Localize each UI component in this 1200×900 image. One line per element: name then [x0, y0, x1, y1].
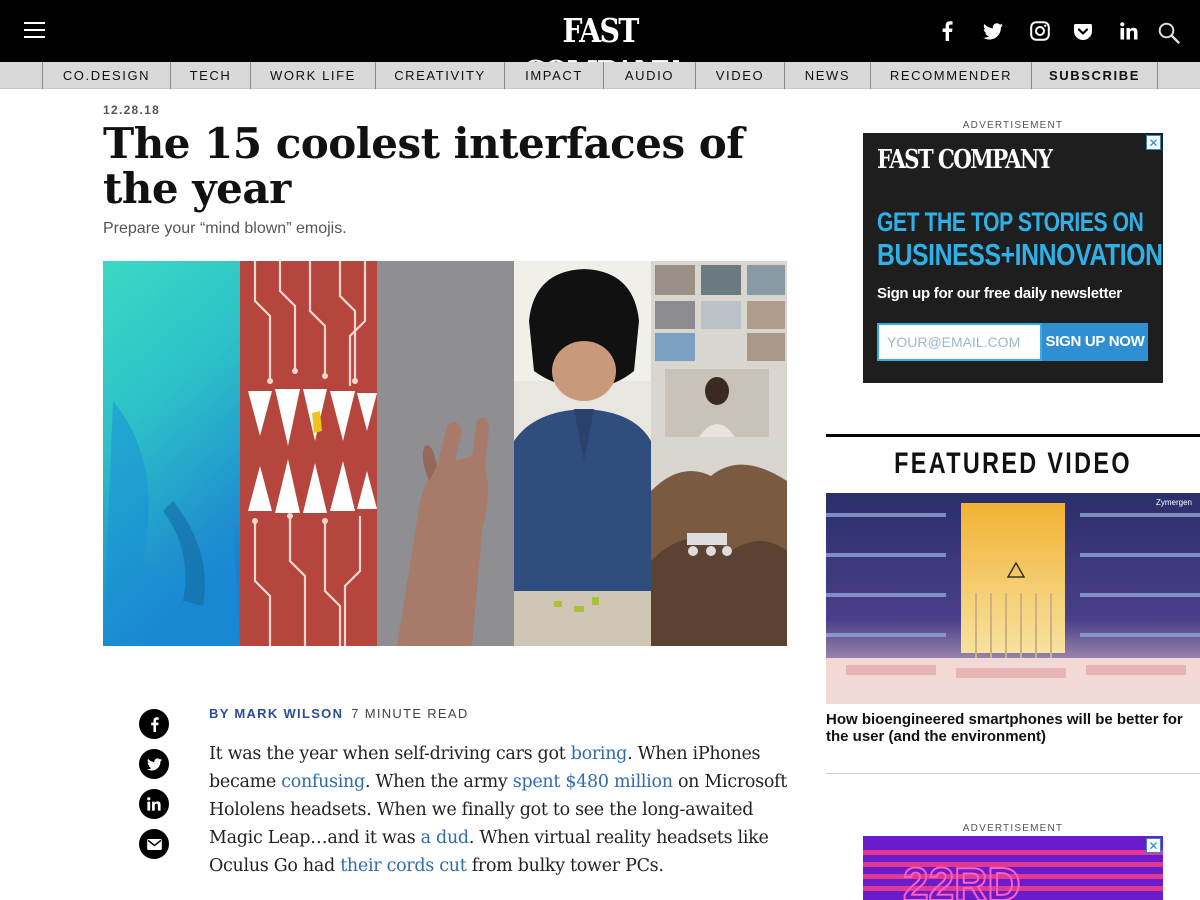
- link-their-cords-cut[interactable]: their cords cut: [340, 856, 467, 876]
- share-linkedin-icon[interactable]: [139, 789, 169, 819]
- hero-image: [103, 261, 787, 646]
- boy-circuit-panel: [514, 261, 651, 646]
- article-title: The 15 coolest interfaces of the year: [103, 119, 744, 213]
- bottom-ad[interactable]: 22RD ✕: [863, 836, 1163, 900]
- featured-video-rule: [826, 434, 1200, 437]
- ad-headline-1: GET THE TOP STORIES ON: [877, 207, 1144, 237]
- instagram-icon[interactable]: [1026, 17, 1054, 45]
- ad-close-icon-2[interactable]: ✕: [1146, 838, 1161, 853]
- mars-rover-panel: [651, 261, 787, 646]
- section-nav: CO.DESIGN TECH WORK LIFE CREATIVITY IMPA…: [0, 62, 1200, 89]
- nav-item-codesign[interactable]: CO.DESIGN: [42, 62, 170, 89]
- nav-item-audio[interactable]: AUDIO: [603, 62, 695, 89]
- newsletter-ad[interactable]: ✕ FAST COMPANY GET THE TOP STORIES ON BU…: [863, 133, 1163, 383]
- ad-signup-button[interactable]: SIGN UP NOW: [1042, 323, 1148, 361]
- share-email-icon[interactable]: [139, 829, 169, 859]
- article-date: 12.28.18: [103, 103, 161, 117]
- featured-video-caption[interactable]: How bioengineered smartphones will be be…: [826, 711, 1200, 745]
- read-time: 7 MINUTE READ: [351, 706, 469, 721]
- nav-item-subscribe[interactable]: SUBSCRIBE: [1031, 62, 1158, 89]
- featured-video-separator: [826, 773, 1200, 774]
- byline: BY MARK WILSON 7 MINUTE READ: [209, 706, 469, 721]
- facebook-icon[interactable]: [933, 17, 961, 45]
- top-bar: FAST COMPANY: [0, 0, 1200, 92]
- nav-item-creativity[interactable]: CREATIVITY: [375, 62, 504, 89]
- nav-item-work-life[interactable]: WORK LIFE: [250, 62, 375, 89]
- ad-email-input[interactable]: YOUR@EMAIL.COM: [877, 323, 1042, 361]
- ad-label: ADVERTISEMENT: [962, 120, 1064, 131]
- ad-headline-2: BUSINESS+INNOVATION: [877, 237, 1163, 272]
- circuit-teeth-panel: [240, 261, 377, 646]
- nav-item-recommender[interactable]: RECOMMENDER: [870, 62, 1031, 89]
- nav-item-news[interactable]: NEWS: [784, 62, 870, 89]
- link-boring[interactable]: boring: [571, 744, 628, 764]
- site-logo[interactable]: FAST COMPANY: [509, 10, 691, 92]
- search-icon[interactable]: [1155, 19, 1183, 47]
- ad-logo: FAST COMPANY: [877, 145, 1053, 175]
- hand-panel: [377, 261, 514, 646]
- share-twitter-icon[interactable]: [139, 749, 169, 779]
- link-a-dud[interactable]: a dud: [421, 828, 469, 848]
- underwater-panel: [103, 261, 240, 646]
- author-link[interactable]: BY MARK WILSON: [209, 706, 343, 721]
- nav-item-impact[interactable]: IMPACT: [504, 62, 603, 89]
- linkedin-icon[interactable]: [1115, 17, 1143, 45]
- pocket-icon[interactable]: [1069, 17, 1097, 45]
- ad-close-icon[interactable]: ✕: [1146, 135, 1161, 150]
- video-watermark: Zymergen: [1155, 498, 1192, 507]
- ad-graphic-text: 22RD: [903, 858, 1021, 900]
- article-paragraph: It was the year when self-driving cars g…: [209, 744, 787, 876]
- twitter-icon[interactable]: [979, 17, 1007, 45]
- nav-item-tech[interactable]: TECH: [170, 62, 250, 89]
- ad-label-2: ADVERTISEMENT: [962, 823, 1064, 834]
- featured-video-player[interactable]: Zymergen: [826, 493, 1200, 704]
- article-subtitle: Prepare your “mind blown” emojis.: [103, 220, 347, 237]
- link-spent-480-million[interactable]: spent $480 million: [513, 772, 673, 792]
- link-confusing[interactable]: confusing: [281, 772, 365, 792]
- menu-icon[interactable]: [24, 22, 45, 40]
- featured-video-heading: FEATURED VIDEO: [894, 447, 1132, 480]
- nav-item-video[interactable]: VIDEO: [695, 62, 784, 89]
- ad-pitch: Sign up for our free daily newsletter: [877, 285, 1122, 302]
- share-facebook-icon[interactable]: [139, 709, 169, 739]
